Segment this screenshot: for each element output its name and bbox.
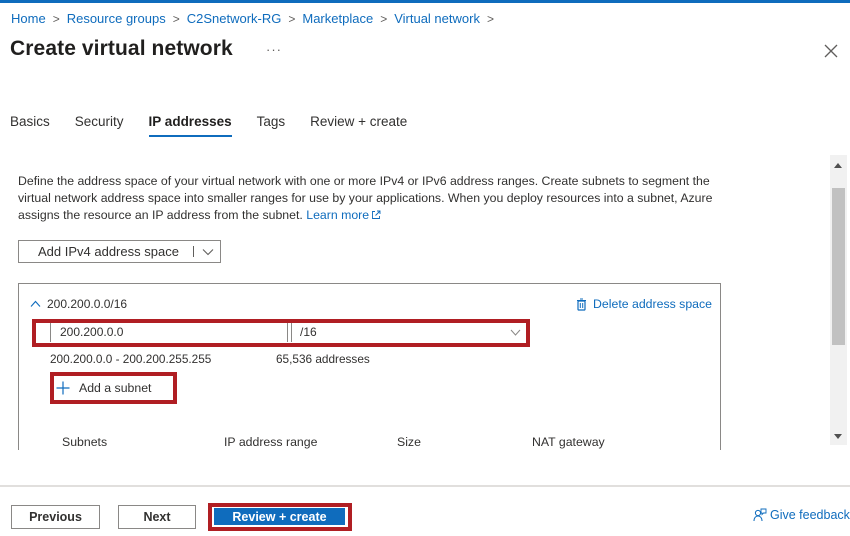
scrollbar-thumb[interactable] <box>832 188 845 345</box>
close-icon <box>824 44 838 58</box>
breadcrumb-resource-group[interactable]: C2Snetwork-RG <box>187 11 282 26</box>
tab-review-create[interactable]: Review + create <box>310 114 407 137</box>
scroll-down-arrow-icon[interactable] <box>834 434 842 439</box>
address-space-toggle[interactable]: 200.200.0.0/16 <box>30 297 127 311</box>
breadcrumb-marketplace[interactable]: Marketplace <box>302 11 373 26</box>
start-address-input[interactable]: 200.200.0.0 <box>50 323 288 342</box>
footer-divider <box>0 485 850 487</box>
page-title: Create virtual network <box>10 37 233 60</box>
give-feedback-label: Give feedback <box>770 508 850 522</box>
add-subnet-label: Add a subnet <box>79 381 152 395</box>
wizard-tabs: Basics Security IP addresses Tags Review… <box>10 114 432 137</box>
breadcrumb-separator-icon: > <box>172 11 180 26</box>
chevron-down-icon <box>510 329 521 336</box>
give-feedback-link[interactable]: Give feedback <box>753 508 850 522</box>
scroll-up-arrow-icon[interactable] <box>834 163 842 168</box>
prefix-size-select[interactable]: /16 <box>291 323 525 342</box>
breadcrumb-home[interactable]: Home <box>11 11 46 26</box>
trash-icon <box>577 298 587 311</box>
next-button[interactable]: Next <box>118 505 196 529</box>
more-options-button[interactable]: ··· <box>266 42 282 57</box>
plus-icon <box>56 381 70 395</box>
prefix-size-value: /16 <box>300 325 317 339</box>
column-header-nat-gateway: NAT gateway <box>532 435 605 449</box>
tab-ip-addresses[interactable]: IP addresses <box>148 114 232 137</box>
tab-tags[interactable]: Tags <box>257 114 286 137</box>
ip-addresses-content: Define the address space of your virtual… <box>0 155 830 450</box>
external-link-icon <box>372 210 381 219</box>
breadcrumb-virtual-network[interactable]: Virtual network <box>394 11 480 26</box>
vertical-scrollbar[interactable] <box>830 155 847 445</box>
chevron-up-icon <box>30 300 41 307</box>
tab-security[interactable]: Security <box>75 114 124 137</box>
add-subnet-button[interactable]: Add a subnet <box>56 378 151 398</box>
top-accent-bar <box>0 0 850 3</box>
close-button[interactable] <box>822 42 840 60</box>
address-count-text: 65,536 addresses <box>276 352 370 366</box>
delete-address-space-button[interactable]: Delete address space <box>576 297 712 311</box>
delete-address-space-label: Delete address space <box>593 297 712 311</box>
description: Define the address space of your virtual… <box>18 173 728 224</box>
chevron-down-icon[interactable] <box>202 248 214 256</box>
add-ipv4-address-space-button[interactable]: Add IPv4 address space <box>18 240 221 263</box>
breadcrumb-separator-icon: > <box>288 11 296 26</box>
column-header-subnets: Subnets <box>62 435 108 449</box>
column-header-size: Size <box>397 435 421 449</box>
address-space-panel: 200.200.0.0/16 Delete address space 200.… <box>18 283 721 450</box>
feedback-icon <box>753 508 767 522</box>
add-ipv4-address-space-label: Add IPv4 address space <box>38 244 179 259</box>
split-divider <box>192 246 194 257</box>
learn-more-label: Learn more <box>306 208 370 222</box>
breadcrumb-resource-groups[interactable]: Resource groups <box>67 11 166 26</box>
breadcrumb-separator-icon: > <box>486 11 494 26</box>
breadcrumb-separator-icon: > <box>380 11 388 26</box>
breadcrumb: Home > Resource groups > C2Snetwork-RG >… <box>11 11 501 26</box>
address-space-header: 200.200.0.0/16 <box>47 297 128 311</box>
address-range-text: 200.200.0.0 - 200.200.255.255 <box>50 352 212 366</box>
tab-basics[interactable]: Basics <box>10 114 50 137</box>
previous-button[interactable]: Previous <box>11 505 100 529</box>
breadcrumb-separator-icon: > <box>52 11 60 26</box>
review-create-button[interactable]: Review + create <box>213 508 346 525</box>
learn-more-link[interactable]: Learn more <box>306 208 381 222</box>
column-header-ip-address-range: IP address range <box>224 435 318 449</box>
